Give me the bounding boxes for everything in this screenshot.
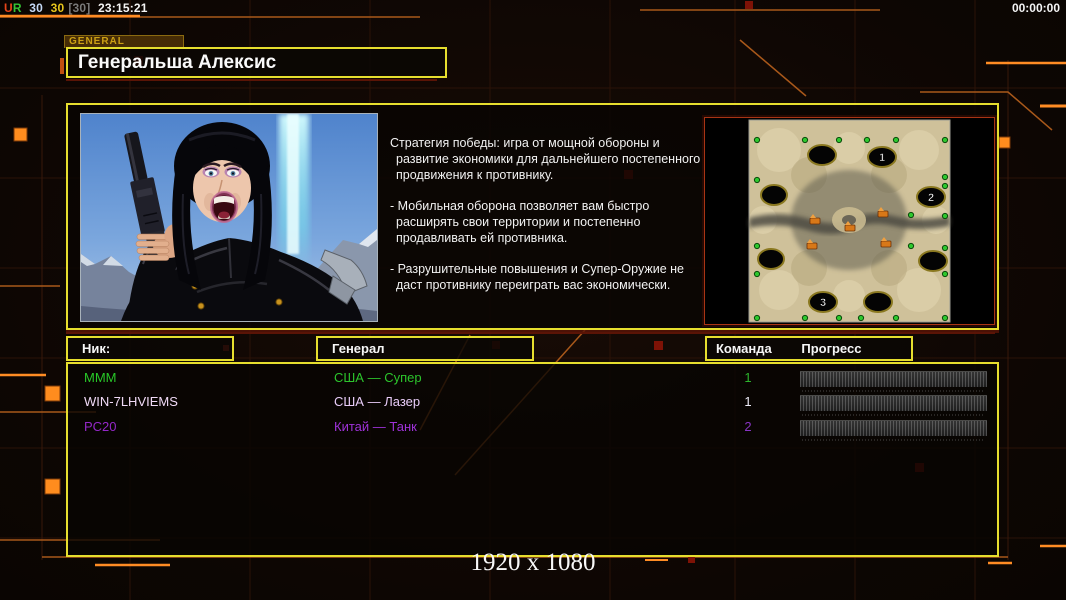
player-team: 1	[744, 394, 752, 409]
player-row: PC20 Китай — Танк 2	[68, 417, 997, 441]
general-portrait	[80, 113, 378, 322]
strategy-paragraph-3: - Разрушительные повышения и Супер-Оружи…	[390, 262, 684, 292]
map-preview: 1 2 3	[704, 117, 995, 325]
header-nick: Ник:	[66, 336, 234, 361]
map-marker-3: 3	[820, 297, 826, 309]
map-marker-2: 2	[928, 192, 934, 204]
player-loading-progress-bar	[800, 420, 987, 441]
player-loading-progress-bar	[800, 395, 987, 416]
player-row: WIN-7LHVIEMS США — Лазер 1	[68, 392, 997, 416]
status-fps-bracket: [30]	[68, 1, 91, 15]
general-name: Генеральша Алексис	[78, 52, 277, 73]
player-team: 2	[744, 419, 752, 434]
status-clock: 23:15:21	[98, 1, 148, 15]
status-bar: UR 30 30 [30] 23:15:21	[4, 1, 148, 15]
map-image: 1 2 3	[705, 118, 994, 324]
header-team-progress: Команда Прогресс	[705, 336, 913, 361]
general-name-box: Генеральша Алексис	[66, 47, 447, 78]
status-segment-r: R	[12, 1, 22, 15]
strategy-text: Стратегия победы: игра от мощной обороны…	[390, 135, 704, 308]
header-general: Генерал	[316, 336, 534, 361]
status-fps-value: 30	[29, 1, 44, 15]
game-loading-screen: UR 30 30 [30] 23:15:21 00:00:00 GENERAL Г…	[0, 0, 1066, 600]
player-general: США — Лазер	[334, 394, 421, 409]
resolution-label: 1920 x 1080	[470, 549, 596, 576]
map-marker-1: 1	[879, 152, 885, 164]
players-list-panel: MMM США — Супер 1 WIN-7LHVIEMS США — Лаз…	[66, 362, 999, 557]
general-info-panel: Стратегия победы: игра от мощной обороны…	[66, 103, 999, 330]
player-team: 1	[744, 370, 752, 385]
status-fps-cap: 30	[50, 1, 65, 15]
header-progress: Прогресс	[801, 341, 862, 356]
player-nick: MMM	[84, 370, 117, 385]
status-segment-u: U	[4, 1, 13, 15]
player-general: США — Супер	[334, 370, 422, 385]
strategy-paragraph-1: Стратегия победы: игра от мощной обороны…	[390, 136, 701, 182]
player-general: Китай — Танк	[334, 419, 417, 434]
player-nick: PC20	[84, 419, 117, 434]
player-nick: WIN-7LHVIEMS	[84, 394, 178, 409]
header-team: Команда	[716, 341, 772, 356]
player-row: MMM США — Супер 1	[68, 368, 997, 392]
portrait-image	[81, 114, 377, 321]
player-loading-progress-bar	[800, 371, 987, 392]
strategy-paragraph-2: - Мобильная оборона позволяет вам быстро…	[390, 199, 650, 245]
match-timer: 00:00:00	[1011, 1, 1060, 15]
